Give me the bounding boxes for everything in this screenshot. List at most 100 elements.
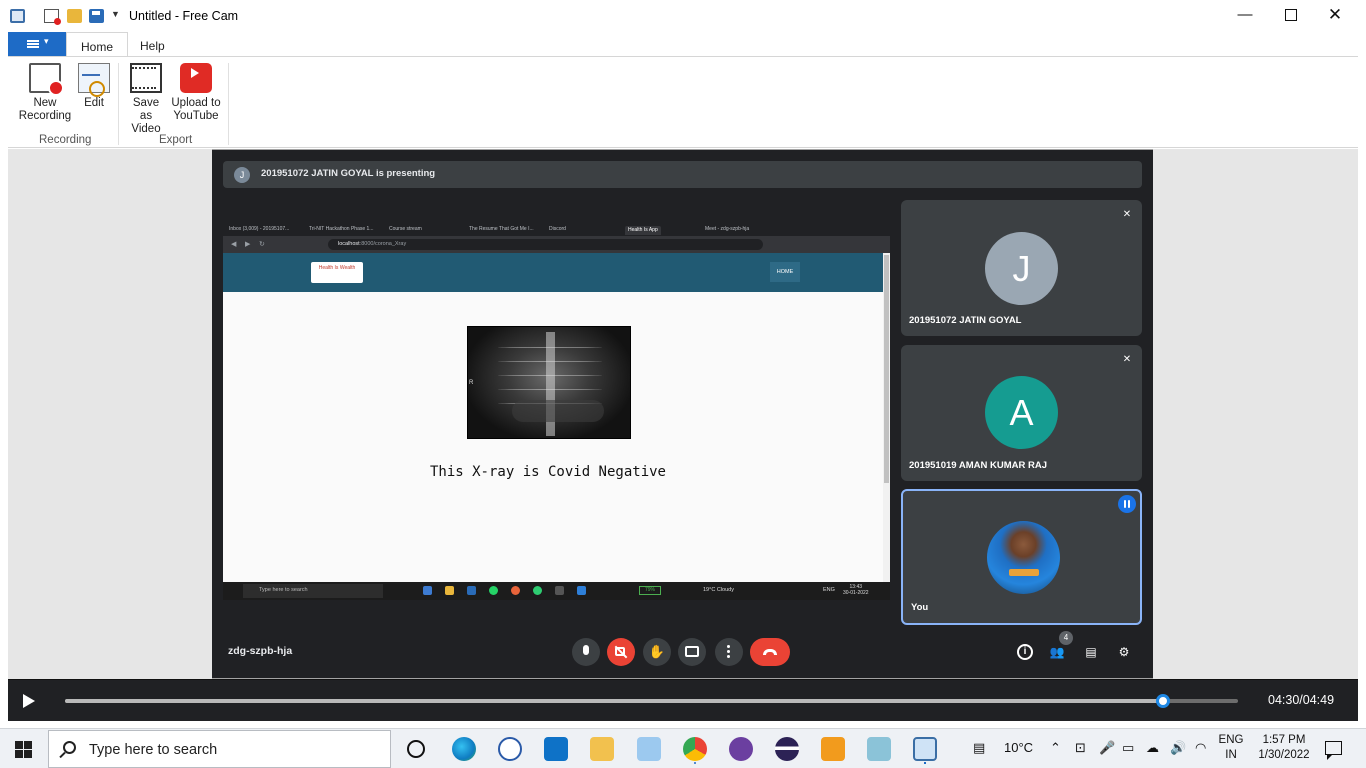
participant-count-badge: 4 <box>1059 631 1073 645</box>
back-icon: ◀ <box>231 241 237 248</box>
sublime-text-icon[interactable] <box>821 737 845 761</box>
browser-address-bar: ◀ ▶ ↻ localhost:8000/corona_Xray <box>223 236 890 253</box>
vscode-icon[interactable] <box>544 737 568 761</box>
quick-open-folder-icon[interactable] <box>67 9 82 23</box>
close-button[interactable]: ✕ <box>1312 0 1358 31</box>
app-icon[interactable] <box>729 737 753 761</box>
shared-screen: Inbox (3,009) - 20195107... Tri-NIT Hack… <box>223 224 890 600</box>
ribbon-panel: New Recording Edit Recording Save as Vid… <box>8 56 1358 148</box>
free-cam-taskbar-icon[interactable] <box>913 737 937 761</box>
quick-save-icon[interactable] <box>89 9 104 23</box>
tab-help[interactable]: Help <box>126 32 179 57</box>
clock[interactable]: 1:57 PM 1/30/2022 <box>1254 734 1314 761</box>
chat-icon: ▤ <box>1085 645 1097 659</box>
video-margin-right <box>1153 149 1358 679</box>
edge-icon[interactable] <box>452 737 476 761</box>
start-button[interactable] <box>15 741 32 758</box>
presenter-avatar: J <box>234 167 250 183</box>
chevron-down-icon: ▾ <box>44 36 49 46</box>
participant-tile-you: You <box>901 489 1142 625</box>
maximize-button[interactable] <box>1268 0 1314 31</box>
microphone-tray-icon[interactable]: 🎤 <box>1099 740 1115 756</box>
upload-to-youtube-label: Upload to YouTube <box>171 97 221 122</box>
ribbon-tab-bar: ▾ Home Help <box>8 32 1358 57</box>
participant-tile-aman: ✕ A 201951019 AMAN KUMAR RAJ <box>901 345 1142 481</box>
chevron-up-icon[interactable]: ⌃ <box>1050 740 1061 756</box>
xray-rib <box>498 361 602 363</box>
new-recording-label: New Recording <box>18 97 72 122</box>
participant-tile-jatin: ✕ J 201951072 JATIN GOYAL <box>901 200 1142 336</box>
playback-bar: 04:30/04:49 <box>8 679 1358 721</box>
site-header: Health Is Wealth HOME <box>223 253 883 292</box>
hover-controls-overlay <box>512 400 604 422</box>
wifi-icon[interactable]: ◠ <box>1195 740 1206 756</box>
app-icon[interactable] <box>10 9 25 23</box>
url-host: localhost <box>338 241 360 247</box>
shared-lang: ENG <box>823 587 835 593</box>
tab-home[interactable]: Home <box>66 32 129 57</box>
xray-rib <box>498 389 602 391</box>
playback-time: 04:30/04:49 <box>1268 693 1335 707</box>
news-icon[interactable]: ▤ <box>973 740 985 756</box>
quick-access-dropdown-icon[interactable]: ▼ <box>111 9 120 19</box>
activities-icon: ⚙ <box>1118 645 1130 659</box>
weather-text[interactable]: 10°C <box>1004 740 1033 755</box>
raise-hand-button: ✋ <box>643 638 671 666</box>
play-button[interactable] <box>23 694 35 708</box>
file-explorer-icon[interactable] <box>590 737 614 761</box>
save-as-video-button[interactable]: Save as Video <box>126 63 166 136</box>
shared-battery-indicator: 79% <box>639 586 661 595</box>
chrome-icon[interactable] <box>683 737 707 761</box>
new-recording-button[interactable]: New Recording <box>16 63 74 123</box>
reload-icon: ↻ <box>259 241 265 248</box>
battery-icon[interactable]: ▭ <box>1122 740 1134 756</box>
windows-taskbar: Type here to search ▤ 10°C ⌃ ⊡ 🎤 ▭ ☁ 🔊 ◠… <box>0 728 1366 768</box>
minimize-button[interactable]: — <box>1222 0 1268 31</box>
quick-new-recording-icon[interactable] <box>44 9 61 25</box>
seek-progress <box>65 699 1163 703</box>
seek-slider[interactable] <box>65 694 1238 708</box>
end-call-button <box>750 638 790 666</box>
language-indicator[interactable]: ENG IN <box>1216 734 1246 761</box>
microphone-button <box>572 638 600 666</box>
present-screen-icon <box>685 646 699 657</box>
edit-button[interactable]: Edit <box>78 63 110 110</box>
shared-date: 30-01-2022 <box>843 590 869 596</box>
word-like-icon[interactable] <box>498 737 522 761</box>
file-menu-button[interactable]: ▾ <box>8 32 66 56</box>
browser-tab: Tri-NIT Hackathon Phase 1... <box>309 226 374 232</box>
recording-group-label: Recording <box>39 134 92 146</box>
prediction-result-text: This X-ray is Covid Negative <box>429 464 666 480</box>
xray-image: R <box>467 326 631 439</box>
cortana-icon[interactable] <box>407 740 425 758</box>
url-field: localhost:8000/corona_Xray <box>328 239 763 250</box>
mini-folder-icon <box>445 586 454 595</box>
meeting-code: zdg-szpb-hja <box>228 645 293 657</box>
mini-app-icon <box>555 586 564 595</box>
browser-tab: Meet - zdg-szpb-hja <box>705 226 750 232</box>
meet-tray-icon[interactable]: ⊡ <box>1075 740 1086 756</box>
xray-rib <box>498 375 602 377</box>
xray-rib <box>498 347 602 349</box>
seek-handle[interactable] <box>1155 694 1170 708</box>
app-icon[interactable] <box>867 737 891 761</box>
shared-taskbar-search: Type here to search <box>243 584 383 598</box>
more-options-button <box>715 638 743 666</box>
volume-icon[interactable]: 🔊 <box>1170 740 1186 756</box>
taskbar-search-box[interactable]: Type here to search <box>48 730 391 768</box>
network-icon[interactable]: ☁ <box>1146 740 1159 756</box>
participant-name: 201951019 AMAN KUMAR RAJ <box>909 460 1047 471</box>
window-title: Untitled - Free Cam <box>129 9 239 23</box>
upload-to-youtube-button[interactable]: Upload to YouTube <box>168 63 224 123</box>
group-divider <box>118 63 119 145</box>
notification-icon[interactable] <box>1325 741 1342 760</box>
people-icon: 👥 <box>1049 645 1065 659</box>
browser-scrollbar <box>883 253 890 582</box>
browser-tab-active: Health Is App <box>625 226 661 235</box>
camera-off-icon <box>615 647 625 656</box>
group-divider <box>228 63 229 145</box>
participant-name: You <box>911 602 929 613</box>
speaking-indicator-icon <box>1118 495 1136 513</box>
app-icon[interactable] <box>637 737 661 761</box>
eclipse-icon[interactable] <box>775 737 799 761</box>
